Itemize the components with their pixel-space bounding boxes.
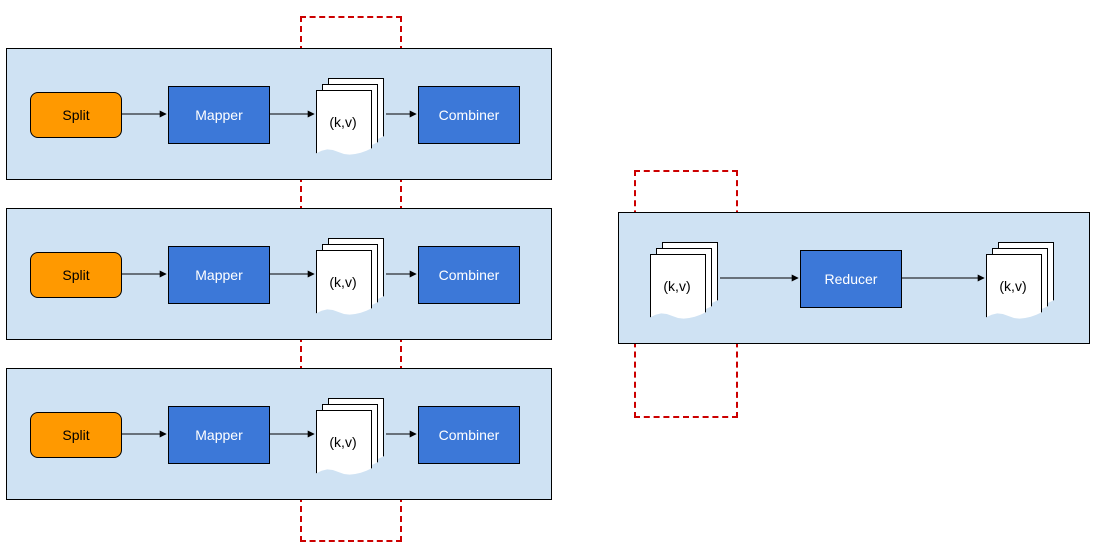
- combiner-label-1: Combiner: [439, 107, 500, 123]
- mapper-box-1: Mapper: [168, 86, 270, 144]
- split-label-1: Split: [62, 107, 89, 123]
- combiner-box-1: Combiner: [418, 86, 520, 144]
- reducer-box: Reducer: [800, 250, 902, 308]
- split-box-3: Split: [30, 412, 122, 458]
- combiner-label-2: Combiner: [439, 267, 500, 283]
- kv-docs-3: (k,v): [316, 398, 386, 468]
- kv-docs-2: (k,v): [316, 238, 386, 308]
- reducer-output-docs: (k,v): [986, 242, 1056, 312]
- split-label-3: Split: [62, 427, 89, 443]
- mapper-label-3: Mapper: [195, 427, 242, 443]
- combiner-label-3: Combiner: [439, 427, 500, 443]
- mapper-label-1: Mapper: [195, 107, 242, 123]
- reducer-label: Reducer: [825, 271, 878, 287]
- mapper-box-3: Mapper: [168, 406, 270, 464]
- split-box-1: Split: [30, 92, 122, 138]
- combiner-box-2: Combiner: [418, 246, 520, 304]
- split-label-2: Split: [62, 267, 89, 283]
- mapper-label-2: Mapper: [195, 267, 242, 283]
- reducer-input-docs: (k,v): [650, 242, 720, 312]
- combiner-box-3: Combiner: [418, 406, 520, 464]
- split-box-2: Split: [30, 252, 122, 298]
- mapper-box-2: Mapper: [168, 246, 270, 304]
- kv-docs-1: (k,v): [316, 78, 386, 148]
